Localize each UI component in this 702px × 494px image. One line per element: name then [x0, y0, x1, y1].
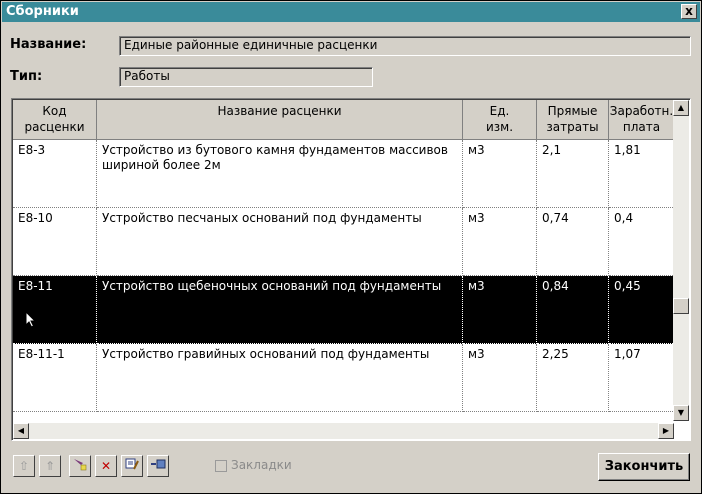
column-header-code[interactable]: Код расценки: [13, 100, 97, 140]
cell-code: Е8-11-1: [13, 344, 97, 412]
table-row[interactable]: Е8-3 Устройство из бутового камня фундам…: [13, 140, 675, 208]
bookmarks-checkbox[interactable]: [215, 460, 227, 472]
cell-direct-costs: 0,84: [537, 276, 609, 344]
cell-name: Устройство щебеночных оснований под фунд…: [97, 276, 463, 344]
scroll-thumb[interactable]: [673, 298, 689, 314]
delete-icon[interactable]: ✕: [95, 455, 117, 477]
cell-name: Устройство гравийных оснований под фунда…: [97, 344, 463, 412]
cell-unit: м3: [463, 276, 537, 344]
bookmarks-label: Закладки: [231, 458, 292, 472]
cell-unit: м3: [463, 344, 537, 412]
rates-table[interactable]: Код расценки Название расценки Ед. изм. …: [11, 98, 691, 441]
name-field[interactable]: Единые районные единичные расценки: [119, 36, 691, 56]
edit-icon[interactable]: [121, 455, 143, 477]
cell-wage: 0,45: [609, 276, 675, 344]
close-button[interactable]: x: [681, 4, 697, 19]
horizontal-scrollbar[interactable]: ◀ ▶: [13, 423, 674, 439]
scroll-right-icon[interactable]: ▶: [658, 423, 674, 439]
type-field[interactable]: Работы: [119, 67, 373, 87]
table-row[interactable]: Е8-10 Устройство песчаных оснований под …: [13, 208, 675, 276]
type-label: Тип:: [10, 69, 43, 84]
window-title: Сборники: [6, 4, 79, 19]
insert-icon[interactable]: [147, 455, 169, 477]
scroll-left-icon[interactable]: ◀: [13, 423, 29, 439]
title-bar: Сборники x: [2, 2, 700, 22]
column-header-name[interactable]: Название расценки: [97, 100, 463, 140]
up-alt-icon[interactable]: ⇑: [39, 455, 61, 477]
cell-direct-costs: 2,1: [537, 140, 609, 208]
column-header-wage[interactable]: Заработн. плата: [609, 100, 675, 140]
column-header-unit[interactable]: Ед. изм.: [463, 100, 537, 140]
cell-direct-costs: 2,25: [537, 344, 609, 412]
cell-wage: 1,07: [609, 344, 675, 412]
filter-icon[interactable]: [69, 455, 91, 477]
cell-code: Е8-3: [13, 140, 97, 208]
mouse-cursor-icon: [25, 311, 37, 328]
cell-direct-costs: 0,74: [537, 208, 609, 276]
table-row[interactable]: Е8-11-1 Устройство гравийных оснований п…: [13, 344, 675, 412]
table-row-selected[interactable]: Е8-11 Устройство щебеночных оснований по…: [13, 276, 675, 344]
cell-name: Устройство из бутового камня фундаментов…: [97, 140, 463, 208]
scroll-up-icon[interactable]: ▲: [673, 100, 689, 116]
cell-code: Е8-11: [13, 276, 97, 344]
cell-unit: м3: [463, 140, 537, 208]
cell-name: Устройство песчаных оснований под фундам…: [97, 208, 463, 276]
cell-wage: 1,81: [609, 140, 675, 208]
cell-unit: м3: [463, 208, 537, 276]
name-label: Название:: [10, 37, 87, 52]
cell-wage: 0,4: [609, 208, 675, 276]
column-header-direct-costs[interactable]: Прямые затраты: [537, 100, 609, 140]
up-icon[interactable]: ⇧: [13, 455, 35, 477]
collections-window: Сборники x Название: Единые районные еди…: [0, 0, 702, 494]
scroll-down-icon[interactable]: ▼: [673, 405, 689, 421]
table-header: Код расценки Название расценки Ед. изм. …: [13, 100, 675, 140]
finish-button[interactable]: Закончить: [598, 453, 690, 481]
vertical-scrollbar[interactable]: ▲ ▼: [673, 100, 689, 421]
cell-code: Е8-10: [13, 208, 97, 276]
